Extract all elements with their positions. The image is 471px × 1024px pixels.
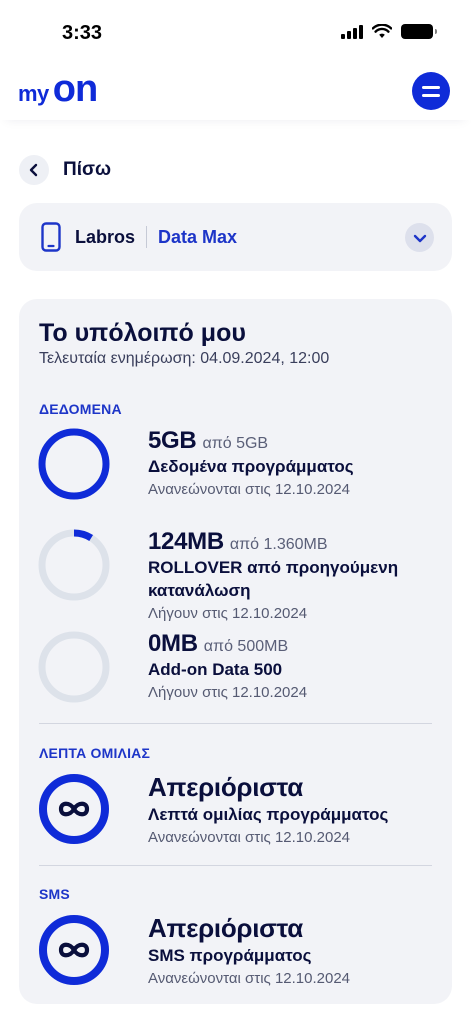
phone-icon [41,222,61,252]
logo-on-text: on [52,68,98,110]
section-label-voice: ΛΕΠΤΑ ΟΜΙΛΙΑΣ [39,745,151,761]
line-selector[interactable]: Labros Data Max [19,203,452,271]
usage-amount: 5GB [148,427,197,454]
usage-text: Απεριόριστα SMS προγράμματος Ανανεώνοντα… [148,913,448,987]
usage-name: SMS προγράμματος [148,946,312,965]
amount-line: 124MB από 1.360MB [148,528,408,556]
line-dropdown-button[interactable] [405,223,434,252]
status-icons [341,24,437,39]
usage-name: ROLLOVER από προηγούμενη κατανάλωση [148,558,399,600]
unlimited-value: Απεριόριστα [148,772,303,802]
usage-item: 124MB από 1.360MB ROLLOVER από προηγούμε… [37,528,437,622]
chevron-down-icon [413,234,426,242]
usage-item: 5GB από 5GB Δεδομένα προγράμματος Ανανεώ… [37,427,437,507]
section-divider [39,865,432,866]
usage-total: από 500MB [203,638,289,655]
app-header: my on [0,64,471,120]
hamburger-menu-icon [422,85,440,89]
amount-line: 5GB από 5GB [148,427,448,455]
logo-my-text: my [18,81,49,106]
back-label: Πίσω [63,159,112,180]
usage-item: Απεριόριστα Λεπτά ομιλίας προγράμματος Α… [37,772,437,852]
usage-note: Ανανεώνονται στις 12.10.2024 [148,829,351,846]
usage-name: Λεπτά ομιλίας προγράμματος [148,805,389,824]
menu-button[interactable] [412,72,450,110]
usage-ring [38,428,110,500]
ring-progress [38,428,110,500]
section-label-sms: SMS [39,886,70,902]
battery-icon [401,24,437,39]
usage-note: Ανανεώνονται στις 12.10.2024 [148,970,351,987]
usage-item: Απεριόριστα SMS προγράμματος Ανανεώνοντα… [37,913,437,993]
usage-name: Add-on Data 500 [148,660,283,679]
usage-text: Απεριόριστα Λεπτά ομιλίας προγράμματος Α… [148,772,448,846]
usage-text: 5GB από 5GB Δεδομένα προγράμματος Ανανεώ… [148,427,448,498]
usage-note: Λήγουν στις 12.10.2024 [148,684,308,701]
wifi-icon [372,24,392,38]
line-plan: Data Max [158,226,238,247]
status-bar: 3:33 [0,0,471,64]
section-divider [39,723,432,724]
myon-logo[interactable]: my on [18,68,98,110]
infinity-icon [39,915,109,985]
hamburger-line [422,93,440,97]
usage-ring [38,631,110,703]
balance-title: Το υπόλοιπό μου [39,319,246,347]
usage-note: Ανανεώνονται στις 12.10.2024 [148,481,351,498]
usage-text: 0MB από 500MB Add-on Data 500 Λήγουν στι… [148,630,448,701]
infinity-icon [39,774,109,844]
section-label-data: ΔΕΔΟΜΕΝΑ [39,401,122,417]
chevron-left-icon [19,155,49,185]
balance-card: Το υπόλοιπό μου Τελευταία ενημέρωση: 04.… [19,299,452,1004]
last-updated: Τελευταία ενημέρωση: 04.09.2024, 12:00 [39,350,330,367]
usage-note: Λήγουν στις 12.10.2024 [148,605,308,622]
usage-total: από 5GB [202,435,269,452]
ring-track [38,631,110,703]
usage-amount: 124MB [148,528,224,555]
unlimited-value: Απεριόριστα [148,913,303,943]
usage-total: από 1.360MB [229,536,328,553]
ring-track [38,529,110,601]
amount-line: 0MB από 500MB [148,630,448,658]
usage-text: 124MB από 1.360MB ROLLOVER από προηγούμε… [148,528,408,622]
back-link[interactable]: Πίσω [19,155,111,185]
usage-ring [38,529,110,601]
usage-amount: 0MB [148,630,198,657]
usage-item: 0MB από 500MB Add-on Data 500 Λήγουν στι… [37,630,437,710]
cellular-signal-icon [341,24,363,39]
usage-name: Δεδομένα προγράμματος [148,457,354,476]
line-divider [146,226,148,248]
status-time: 3:33 [62,22,103,44]
line-name: Labros [75,226,136,247]
